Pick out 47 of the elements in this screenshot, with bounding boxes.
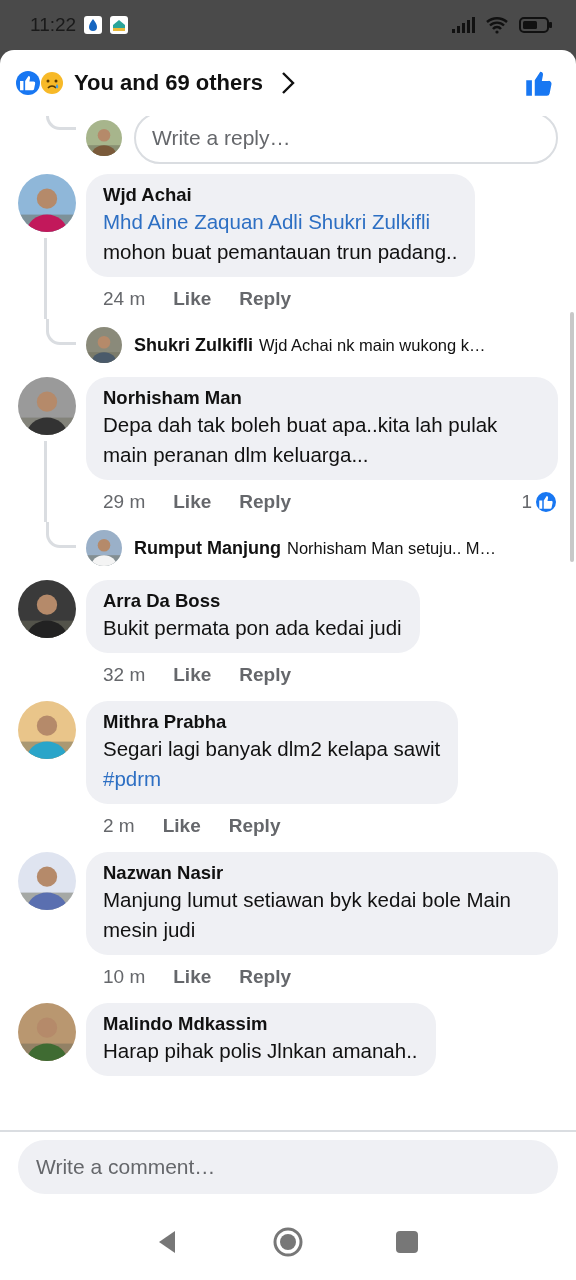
comment-text: Harap pihak polis Jlnkan amanah.. [103,1038,418,1064]
comment-time: 32 m [103,664,146,686]
reply-link[interactable]: Reply [239,491,292,513]
comment-author[interactable]: Norhisham Man [103,386,540,410]
comment-text: Depa dah tak boleh buat apa..kita lah pulak main peranan dlm keluarga... [103,412,499,468]
reply-link[interactable]: Reply [228,815,281,837]
comment-text: Bukit permata pon ada kedai judi [103,615,402,641]
comment-author[interactable]: Arra Da Boss [103,589,402,613]
comment-author[interactable]: Nazwan Nasir [103,861,540,885]
reply-text: Norhisham Man setuju.. M… [287,538,497,558]
comment-time: 2 m [103,815,135,837]
mention-link[interactable]: Mhd Aine Zaquan Adli Shukri Zulkifli [103,207,458,237]
like-reaction-icon [16,71,40,95]
comment-text: Manjung lumut setiawan byk kedai bole Main mesin judi [103,887,512,943]
reply-author[interactable]: Shukri Zulkifli [134,334,253,356]
reply-link[interactable]: Reply [239,664,292,686]
comment-field[interactable]: Write a comment… [18,1140,558,1194]
reply-field[interactable]: Write a reply… [134,116,558,164]
comment-text: Segari lagi banyak dlm2 kelapa sawit [103,736,441,762]
comment-author[interactable]: Mithra Prabha [103,710,441,734]
house-icon [110,16,129,34]
comment-text: mohon buat pemantauan trun padang.. [103,239,458,265]
comment-time: 29 m [103,491,146,513]
like-count: 1 [521,491,532,513]
like-link[interactable]: Like [162,815,201,837]
home-icon[interactable] [272,1226,304,1258]
comment-time: 10 m [103,966,146,988]
like-link[interactable]: Like [173,664,212,686]
like-link[interactable]: Like [173,966,212,988]
like-link[interactable]: Like [173,491,212,513]
drop-icon [84,16,103,34]
reply-text: Wjd Achai nk main wukong k… [259,335,486,355]
reply-author[interactable]: Rumput Manjung [134,537,281,559]
reply-link[interactable]: Reply [239,288,292,310]
like-badge-icon [534,490,558,514]
battery-icon [518,16,554,34]
chevron-right-icon[interactable] [281,71,296,95]
like-link[interactable]: Like [173,288,212,310]
signal-icon [450,16,476,34]
wifi-icon [484,16,510,34]
comment-time: 24 m [103,288,146,310]
reactions-summary[interactable]: You and 69 others [74,70,264,96]
comment-author[interactable]: Wjd Achai [103,183,458,207]
sad-face-icon [40,71,64,95]
comment-author[interactable]: Malindo Mdkassim [103,1012,418,1036]
mention-link[interactable]: #pdrm [103,764,441,794]
reply-link[interactable]: Reply [239,966,292,988]
